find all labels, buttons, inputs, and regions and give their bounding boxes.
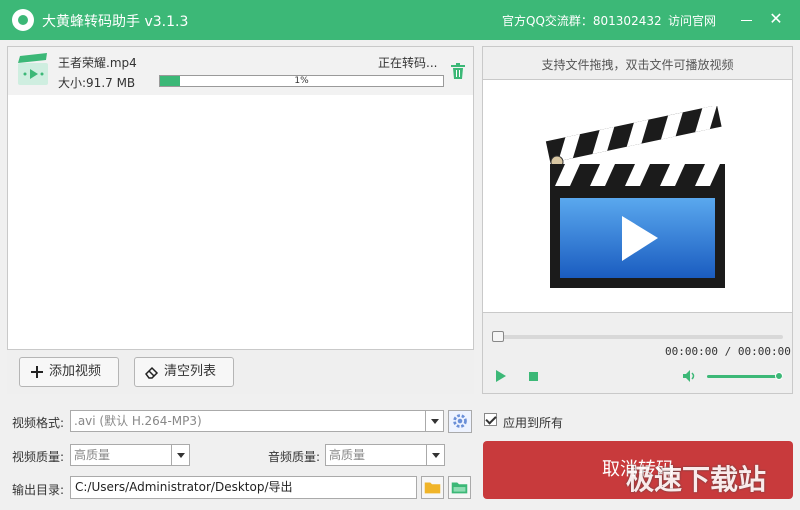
volume-icon[interactable] [682,368,698,384]
stop-icon[interactable] [529,372,538,381]
audio-quality-select[interactable]: 高质量 [325,444,445,466]
video-quality-value: 高质量 [74,448,111,462]
seek-slider[interactable] [492,331,783,342]
seek-handle[interactable] [492,331,504,342]
file-status: 正在转码... [378,56,438,70]
file-list-item[interactable]: 王者荣耀.mp4 大小:91.7 MB 正在转码... 1% [8,47,473,95]
chevron-down-icon[interactable] [171,445,189,465]
visit-site-link[interactable]: 访问官网 [668,12,716,29]
folder-icon[interactable] [421,476,444,499]
play-icon[interactable] [495,369,507,383]
plus-icon [31,366,43,378]
file-list-panel[interactable]: 王者荣耀.mp4 大小:91.7 MB 正在转码... 1% [7,46,474,394]
gear-icon[interactable] [448,410,472,433]
apply-all-checkbox[interactable] [484,413,497,426]
qq-group-text: 官方QQ交流群：801302432 [502,14,662,28]
folder-open-icon[interactable] [448,476,471,499]
clapperboard-icon [545,106,725,288]
clear-list-label: 清空列表 [164,364,217,379]
format-value: .avi (默认 H.264-MP3) [74,414,202,428]
format-select[interactable]: .avi (默认 H.264-MP3) [70,410,444,432]
progress-text: 1% [294,76,309,86]
video-quality-label: 视频质量: [12,450,65,464]
clear-list-button[interactable]: 清空列表 [134,357,234,387]
add-video-button[interactable]: 添加视频 [19,357,119,387]
trash-icon[interactable] [451,63,465,79]
video-preview-area[interactable] [483,79,792,313]
output-dir-label: 输出目录: [12,483,65,497]
chevron-down-icon[interactable] [425,411,443,431]
preview-panel: 支持文件拖拽，双击文件可播放视频 00:00:00 / 00:00:00 [482,46,793,394]
bee-logo-icon [12,9,34,31]
close-icon[interactable]: ✕ [766,9,786,29]
progress-bar: 1% [159,75,444,87]
preview-hint: 支持文件拖拽，双击文件可播放视频 [541,58,734,72]
apply-all-label: 应用到所有 [503,416,564,430]
format-label: 视频格式: [12,416,65,430]
audio-quality-value: 高质量 [329,448,366,462]
video-quality-select[interactable]: 高质量 [70,444,190,466]
watermark-logo: 极速下载站 [626,463,767,496]
minimize-icon[interactable] [736,10,756,30]
file-name: 王者荣耀.mp4 [58,56,137,70]
eraser-icon [145,366,159,379]
audio-quality-label: 音频质量: [268,450,321,464]
add-video-label: 添加视频 [49,364,102,379]
time-display: 00:00:00 / 00:00:00 [665,345,791,358]
title-bar: 大黄蜂转码助手 v3.1.3 官方QQ交流群：801302432 访问官网 ✕ [0,0,800,40]
output-dir-input[interactable]: C:/Users/Administrator/Desktop/导出 [70,476,417,499]
list-toolbar: 添加视频 清空列表 [7,349,474,394]
video-file-icon [18,53,48,85]
app-title: 大黄蜂转码助手 v3.1.3 [42,14,189,30]
volume-handle[interactable] [775,372,784,380]
file-size: 大小:91.7 MB [58,76,136,90]
volume-slider[interactable] [707,372,784,380]
chevron-down-icon[interactable] [426,445,444,465]
